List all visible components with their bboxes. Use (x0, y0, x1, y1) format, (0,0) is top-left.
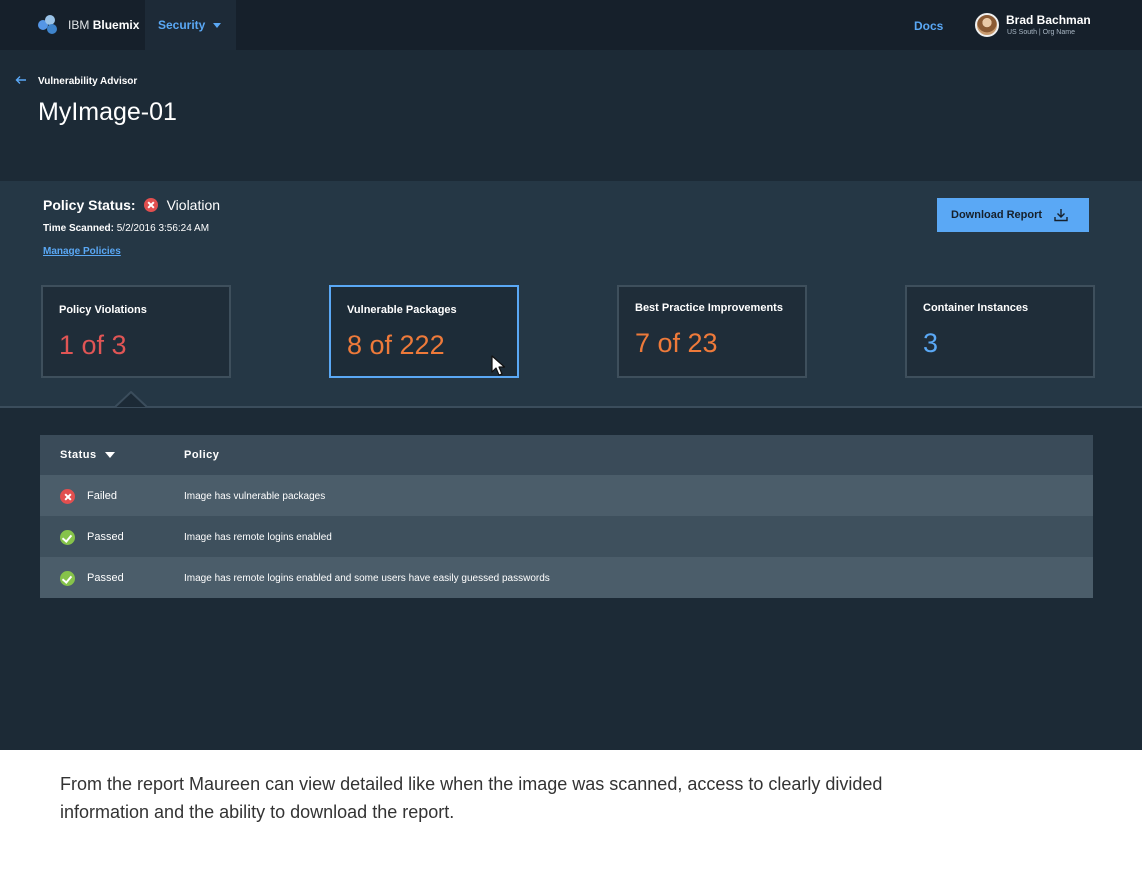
download-report-button[interactable]: Download Report (937, 198, 1089, 232)
app-window: IBM Bluemix Security Docs Brad Bachman U… (0, 0, 1142, 750)
row-policy: Image has vulnerable packages (184, 491, 326, 502)
row-status: Passed (87, 531, 124, 543)
back-arrow-icon[interactable] (14, 73, 28, 87)
user-name[interactable]: Brad Bachman (1006, 13, 1091, 27)
time-scanned-value: 5/2/2016 3:56:24 AM (116, 223, 210, 234)
top-nav-bar: IBM Bluemix Security Docs Brad Bachman U… (0, 0, 1142, 50)
policy-column-header: Policy (184, 449, 220, 461)
check-circle-icon (60, 571, 75, 586)
card-label: Vulnerable Packages (347, 304, 457, 316)
status-header-label: Status (60, 449, 97, 461)
time-scanned: Time Scanned: 5/2/2016 3:56:24 AM (43, 223, 209, 234)
policy-status-label: Policy Status: (43, 197, 136, 213)
card-value: 8 of 222 (347, 330, 445, 360)
table-row[interactable]: Passed Image has remote logins enabled a… (40, 557, 1093, 598)
breadcrumb[interactable]: Vulnerability Advisor (38, 76, 137, 87)
bluemix-logo-icon (38, 15, 58, 35)
card-value: 3 (923, 328, 939, 358)
check-circle-icon (60, 530, 75, 545)
active-card-pointer (115, 391, 147, 408)
sort-down-icon (104, 452, 115, 458)
brand-logo-link[interactable]: IBM Bluemix (38, 15, 139, 35)
card-best-practice-improvements[interactable]: Best Practice Improvements 7 of 23 (617, 285, 807, 378)
chevron-down-icon (213, 22, 222, 28)
avatar[interactable] (975, 13, 999, 37)
card-container-instances[interactable]: Container Instances 3 (905, 285, 1095, 378)
security-nav-dropdown[interactable]: Security (145, 0, 236, 50)
row-policy: Image has remote logins enabled and some… (184, 573, 550, 584)
brand-name: IBM Bluemix (68, 18, 140, 32)
page-title: MyImage-01 (38, 98, 177, 126)
x-circle-icon (60, 489, 75, 504)
row-policy: Image has remote logins enabled (184, 532, 332, 543)
user-org: US South | Org Name (1007, 29, 1075, 36)
row-status: Failed (87, 490, 117, 502)
card-label: Container Instances (923, 302, 1029, 314)
policy-table: Status Policy Failed Image has vulnerabl… (40, 435, 1093, 598)
caption-text: From the report Maureen can view detaile… (60, 774, 883, 822)
card-label: Best Practice Improvements (635, 302, 783, 314)
card-policy-violations[interactable]: Policy Violations 1 of 3 (41, 285, 231, 378)
violation-x-icon (143, 198, 158, 212)
card-value: 1 of 3 (59, 330, 127, 360)
mouse-cursor-icon (491, 355, 506, 376)
policy-status: Policy Status: Violation (43, 197, 220, 213)
table-header: Status Policy (40, 435, 1093, 475)
manage-policies-link[interactable]: Manage Policies (43, 246, 121, 257)
policy-status-value: Violation (166, 197, 221, 213)
row-status: Passed (87, 572, 124, 584)
download-icon (1054, 209, 1068, 222)
table-row[interactable]: Failed Image has vulnerable packages (40, 475, 1093, 516)
docs-link[interactable]: Docs (914, 19, 943, 33)
status-column-header[interactable]: Status (60, 449, 115, 461)
security-nav-label: Security (158, 18, 206, 32)
card-label: Policy Violations (59, 304, 147, 316)
download-report-label: Download Report (951, 209, 1043, 221)
card-value: 7 of 23 (635, 328, 718, 358)
time-scanned-label: Time Scanned: (43, 223, 114, 234)
divider (0, 406, 1142, 408)
table-row[interactable]: Passed Image has remote logins enabled (40, 516, 1093, 557)
